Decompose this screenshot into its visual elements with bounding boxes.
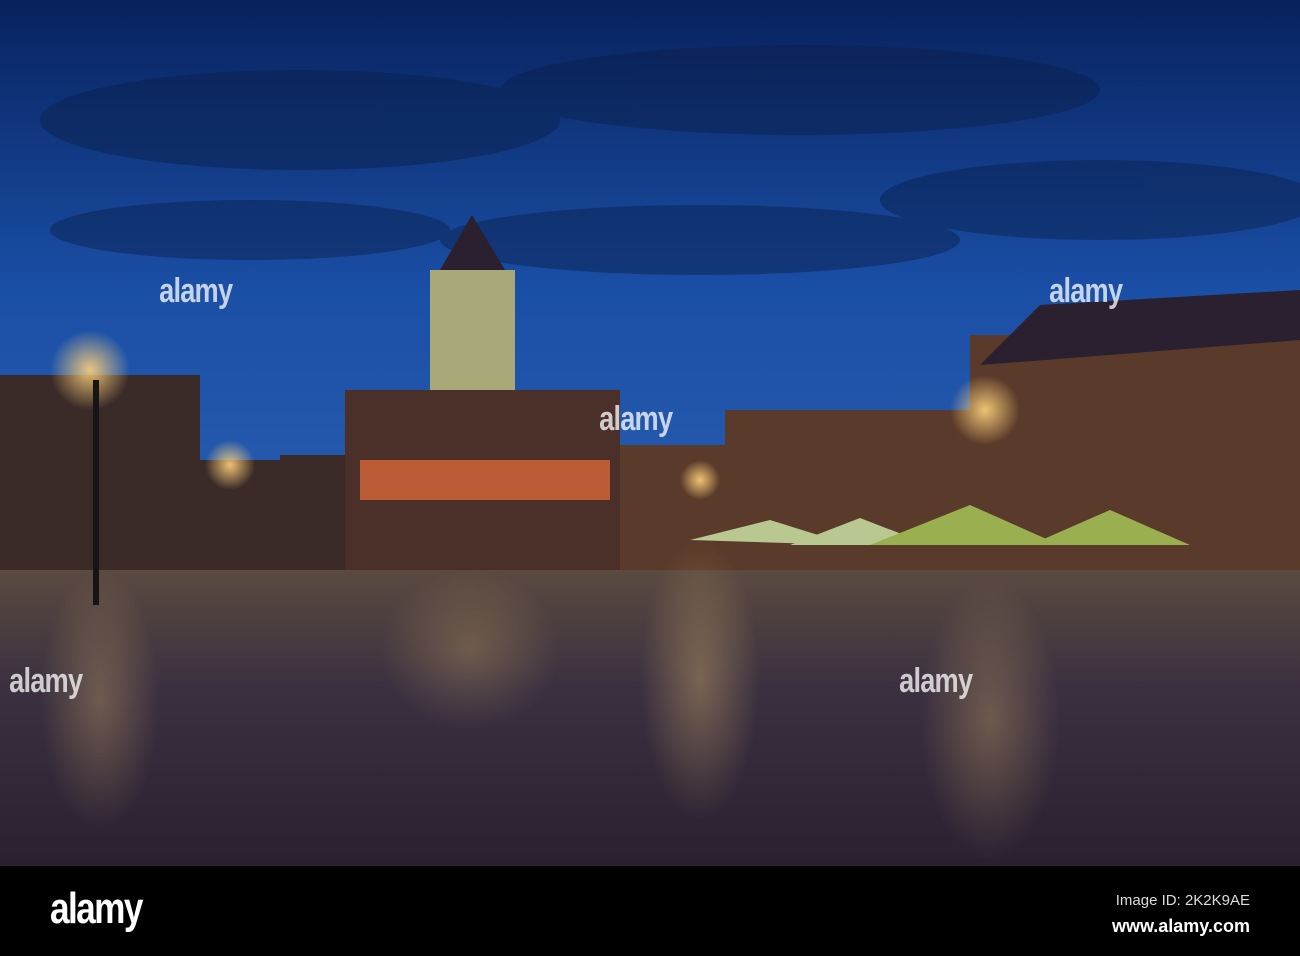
watermark: alamy [1049,272,1123,310]
image-id: Image ID: 2K2K9AE [1115,892,1250,909]
alamy-logo: alamy [50,884,143,933]
watermark: alamy [599,400,673,438]
footer-bar: alamy Image ID: 2K2K9AE www.alamy.com [0,866,1300,956]
site-url: www.alamy.com [1111,916,1250,936]
watermark: alamy [899,662,973,700]
watermark: alamy [159,272,233,310]
watermark: alamy [9,662,83,700]
lamp-post [93,380,99,605]
